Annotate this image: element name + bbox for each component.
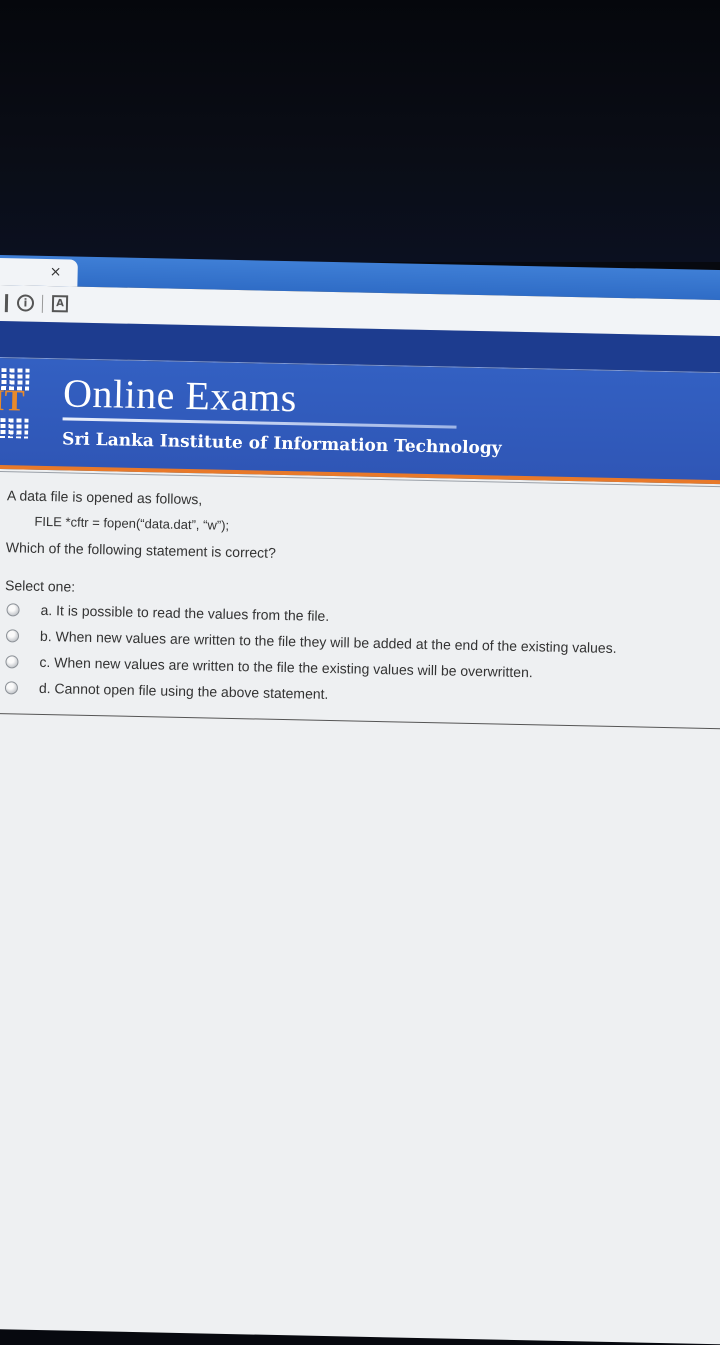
address-bar-edge	[4, 294, 9, 313]
institute-logo[interactable]: IT	[0, 367, 34, 445]
logo-text: IT	[0, 383, 25, 418]
exam-content: A data file is opened as follows, FILE *…	[0, 468, 720, 1345]
site-banner: IT Online Exams Sri Lanka Institute of I…	[0, 356, 720, 482]
radio-button[interactable]	[5, 655, 19, 669]
radio-button[interactable]	[6, 603, 20, 617]
site-title: Online Exams	[62, 370, 298, 421]
address-separator	[41, 294, 44, 313]
question-text-line2: Which of the following statement is corr…	[5, 539, 277, 561]
answer-option-label[interactable]: a. It is possible to read the values fro…	[40, 602, 329, 624]
radio-button[interactable]	[4, 681, 19, 695]
answer-option-label[interactable]: d. Cannot open file using the above stat…	[39, 680, 329, 702]
browser-screen: × i A IT Online Exams Sri Lanka Institut…	[0, 255, 720, 1345]
answer-option-label[interactable]: c. When new values are written to the fi…	[39, 654, 533, 680]
background-dark-area	[0, 0, 720, 262]
browser-tab[interactable]: ×	[0, 257, 78, 287]
reader-mode-icon[interactable]: A	[51, 295, 69, 313]
question-code: FILE *cftr = fopen(“data.dat”, “w”);	[34, 513, 230, 533]
tab-close-icon[interactable]: ×	[49, 264, 61, 280]
question-text-line1: A data file is opened as follows,	[6, 487, 203, 508]
radio-button[interactable]	[5, 629, 20, 643]
select-one-prompt: Select one:	[4, 577, 76, 595]
question-bottom-border	[0, 712, 720, 730]
site-subtitle: Sri Lanka Institute of Information Techn…	[61, 429, 502, 459]
info-icon[interactable]: i	[16, 294, 35, 312]
logo-grid-bottom	[0, 417, 29, 439]
